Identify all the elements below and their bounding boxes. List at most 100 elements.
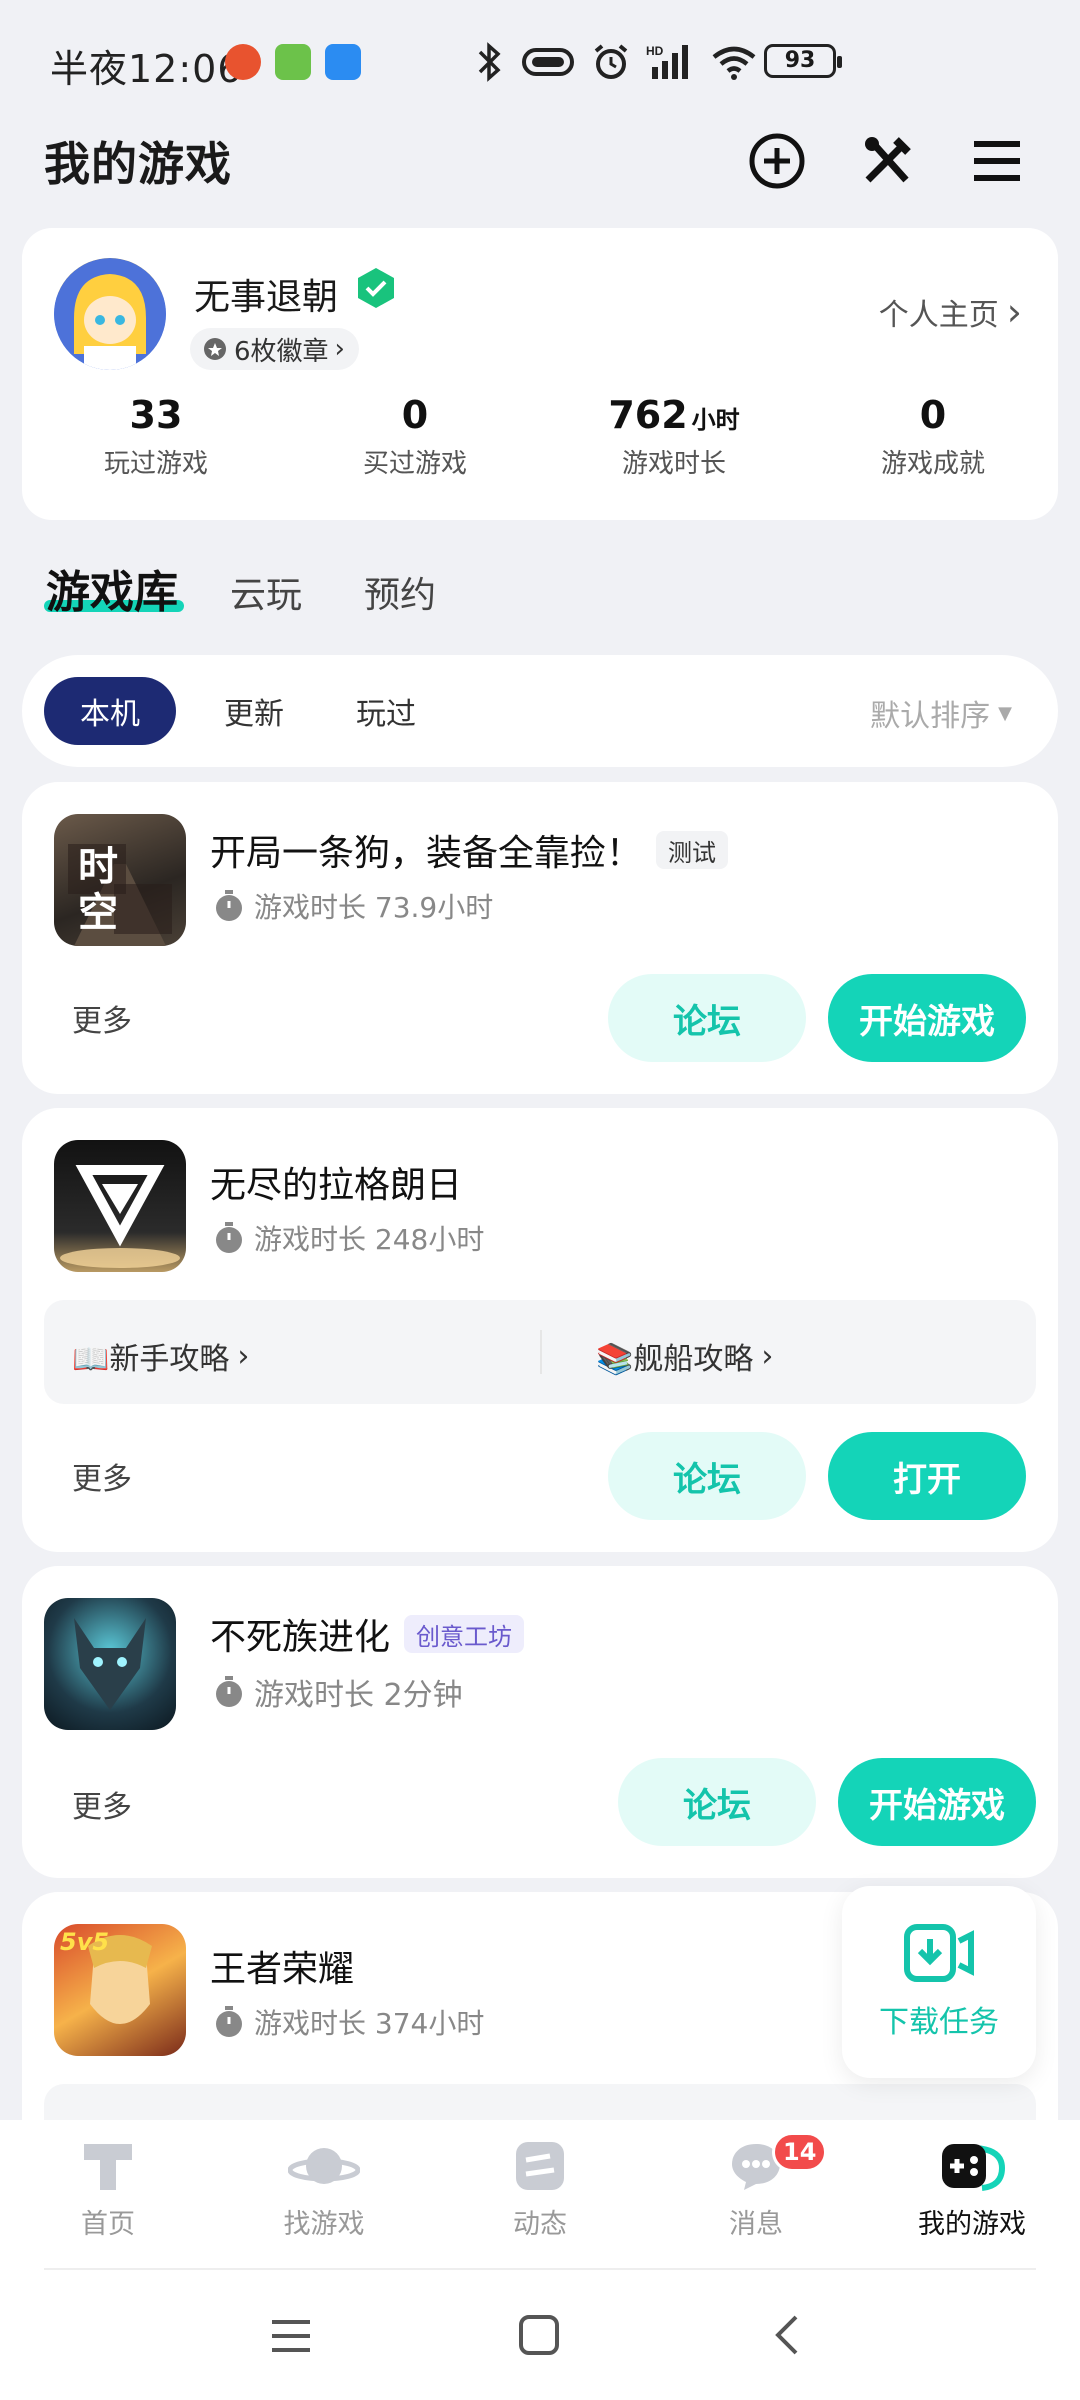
game-icon-text: 时 空 [78, 844, 132, 936]
download-video-icon [904, 1924, 974, 1982]
game-artwork [74, 1618, 146, 1710]
notification-app-icon [225, 44, 261, 80]
nav-label: 找游戏 [283, 2209, 365, 2240]
vip-hexagon-icon [358, 268, 394, 308]
forum-button[interactable]: 论坛 [608, 974, 806, 1062]
badge-pill[interactable]: 6枚徽章 › [190, 328, 359, 370]
nav-messages[interactable]: 消息 14 [648, 2132, 864, 2241]
nav-label: 我的游戏 [918, 2209, 1026, 2240]
badge-count-label: 6枚徽章 [234, 336, 329, 367]
svg-text:HD: HD [646, 44, 664, 58]
more-button[interactable]: 更多 [72, 996, 132, 1040]
guide-link-beginner[interactable]: 📖新手攻略 › [72, 1334, 249, 1378]
game-card: 不死族进化 创意工坊 游戏时长 2分钟 更多 论坛 开始游戏 [22, 1566, 1058, 1878]
nav-find-games[interactable]: 找游戏 [216, 2138, 432, 2241]
game-name[interactable]: 开局一条狗，装备全靠捡！ [210, 824, 642, 876]
stat-play-time[interactable]: 762 小时 游戏时长 [559, 393, 789, 480]
username: 无事退朝 [194, 277, 339, 318]
stat-value: 0 [919, 393, 947, 437]
guides-panel: 📖新手攻略 › 📚舰船攻略 › [44, 1300, 1036, 1404]
download-tasks-button[interactable]: 下载任务 [842, 1886, 1036, 2078]
chevron-right-icon: › [761, 1338, 774, 1374]
game-icon[interactable]: 时 空 [54, 814, 186, 946]
stat-played-games[interactable]: 33 玩过游戏 [41, 393, 271, 480]
chip-local[interactable]: 本机 [44, 677, 176, 745]
medal-icon [204, 338, 226, 360]
bottom-nav: 首页 找游戏 动态 消息 14 我的游戏 [0, 2120, 1080, 2272]
stopwatch-icon [216, 890, 242, 921]
signal-icon: HD [646, 44, 688, 79]
playtime: 游戏时长 248小时 [214, 1218, 484, 1258]
avatar[interactable] [54, 258, 166, 370]
menu-button[interactable] [966, 130, 1028, 192]
alarm-icon [594, 44, 628, 79]
status-app-icons [225, 44, 361, 80]
recent-apps-icon[interactable] [270, 2316, 312, 2356]
homepage-label: 个人主页 [878, 298, 999, 333]
game-name[interactable]: 不死族进化 [210, 1608, 390, 1660]
wifi-icon [712, 46, 756, 80]
more-button[interactable]: 更多 [72, 1782, 132, 1826]
guide-divider [540, 1330, 542, 1374]
sort-dropdown[interactable]: 默认排序 ▼ [870, 691, 1012, 735]
chip-played[interactable]: 玩过 [330, 677, 442, 745]
more-button[interactable]: 更多 [72, 1454, 132, 1498]
feed-icon [516, 2142, 564, 2190]
add-game-button[interactable] [746, 130, 808, 192]
start-game-button[interactable]: 开始游戏 [828, 974, 1026, 1062]
nav-divider [44, 2268, 1036, 2270]
game-card: 时 空 开局一条狗，装备全靠捡！ 测试 游戏时长 73.9小时 更多 论坛 开始… [22, 782, 1058, 1094]
playtime: 游戏时长 73.9小时 [214, 886, 493, 926]
stopwatch-icon [216, 1676, 242, 1707]
planet-icon [288, 2148, 360, 2184]
system-nav-bar [0, 2272, 1080, 2400]
forum-button[interactable]: 论坛 [618, 1758, 816, 1846]
guide-label: 📚舰船攻略 [596, 1342, 754, 1377]
nav-feed[interactable]: 动态 [432, 2138, 648, 2241]
stat-value: 33 [129, 393, 183, 437]
plus-circle-icon [749, 133, 805, 189]
download-tasks-label: 下载任务 [879, 2005, 999, 2040]
playtime-text: 游戏时长 248小时 [254, 1223, 485, 1256]
game-icon[interactable] [54, 1140, 186, 1272]
game-icon[interactable] [44, 1598, 176, 1730]
game-title-row: 开局一条狗，装备全靠捡！ 测试 [210, 824, 729, 876]
nav-home[interactable]: 首页 [0, 2138, 216, 2241]
page-title: 我的游戏 [44, 137, 232, 191]
game-icon[interactable]: 5v5 [54, 1924, 186, 2056]
back-chevron-icon[interactable] [772, 2314, 802, 2356]
nav-my-games[interactable]: 我的游戏 [864, 2138, 1080, 2241]
tab-reservations[interactable]: 预约 [364, 566, 436, 618]
tab-cloud-play[interactable]: 云玩 [230, 566, 302, 618]
game-name[interactable]: 无尽的拉格朗日 [210, 1156, 462, 1208]
playtime: 游戏时长 2分钟 [214, 1670, 463, 1714]
tab-game-library[interactable]: 游戏库 [46, 556, 178, 620]
stat-achievements[interactable]: 0 游戏成就 [818, 393, 1048, 480]
game-name[interactable]: 王者荣耀 [210, 1940, 354, 1992]
game-tag: 创意工坊 [404, 1615, 525, 1653]
stat-label: 游戏时长 [621, 449, 726, 479]
playtime-text: 游戏时长 374小时 [254, 2007, 485, 2040]
stat-value: 762 [608, 393, 688, 437]
chevron-right-icon: › [334, 334, 345, 364]
playtime: 游戏时长 374小时 [214, 2002, 484, 2042]
avatar-image [54, 258, 166, 370]
home-square-icon[interactable] [518, 2314, 560, 2356]
start-game-button[interactable]: 开始游戏 [838, 1758, 1036, 1846]
vibrate-icon [522, 48, 574, 76]
game-card: 无尽的拉格朗日 游戏时长 248小时 📖新手攻略 › 📚舰船攻略 › 更多 论坛… [22, 1108, 1058, 1552]
stat-purchased-games[interactable]: 0 买过游戏 [300, 393, 530, 480]
chip-updates[interactable]: 更新 [198, 677, 310, 745]
stopwatch-icon [216, 2006, 242, 2037]
stat-label: 玩过游戏 [103, 449, 208, 479]
tools-button[interactable] [856, 130, 918, 192]
guide-link-ships[interactable]: 📚舰船攻略 › [596, 1334, 773, 1378]
battery-indicator: 93 [764, 44, 842, 78]
playtime-text: 游戏时长 2分钟 [254, 1678, 463, 1713]
homepage-link[interactable]: 个人主页 › [879, 290, 1022, 334]
home-t-icon [84, 2144, 132, 2190]
gamepad-icon [942, 2144, 1006, 2191]
forum-button[interactable]: 论坛 [608, 1432, 806, 1520]
open-game-button[interactable]: 打开 [828, 1432, 1026, 1520]
message-count-badge: 14 [772, 2132, 828, 2172]
